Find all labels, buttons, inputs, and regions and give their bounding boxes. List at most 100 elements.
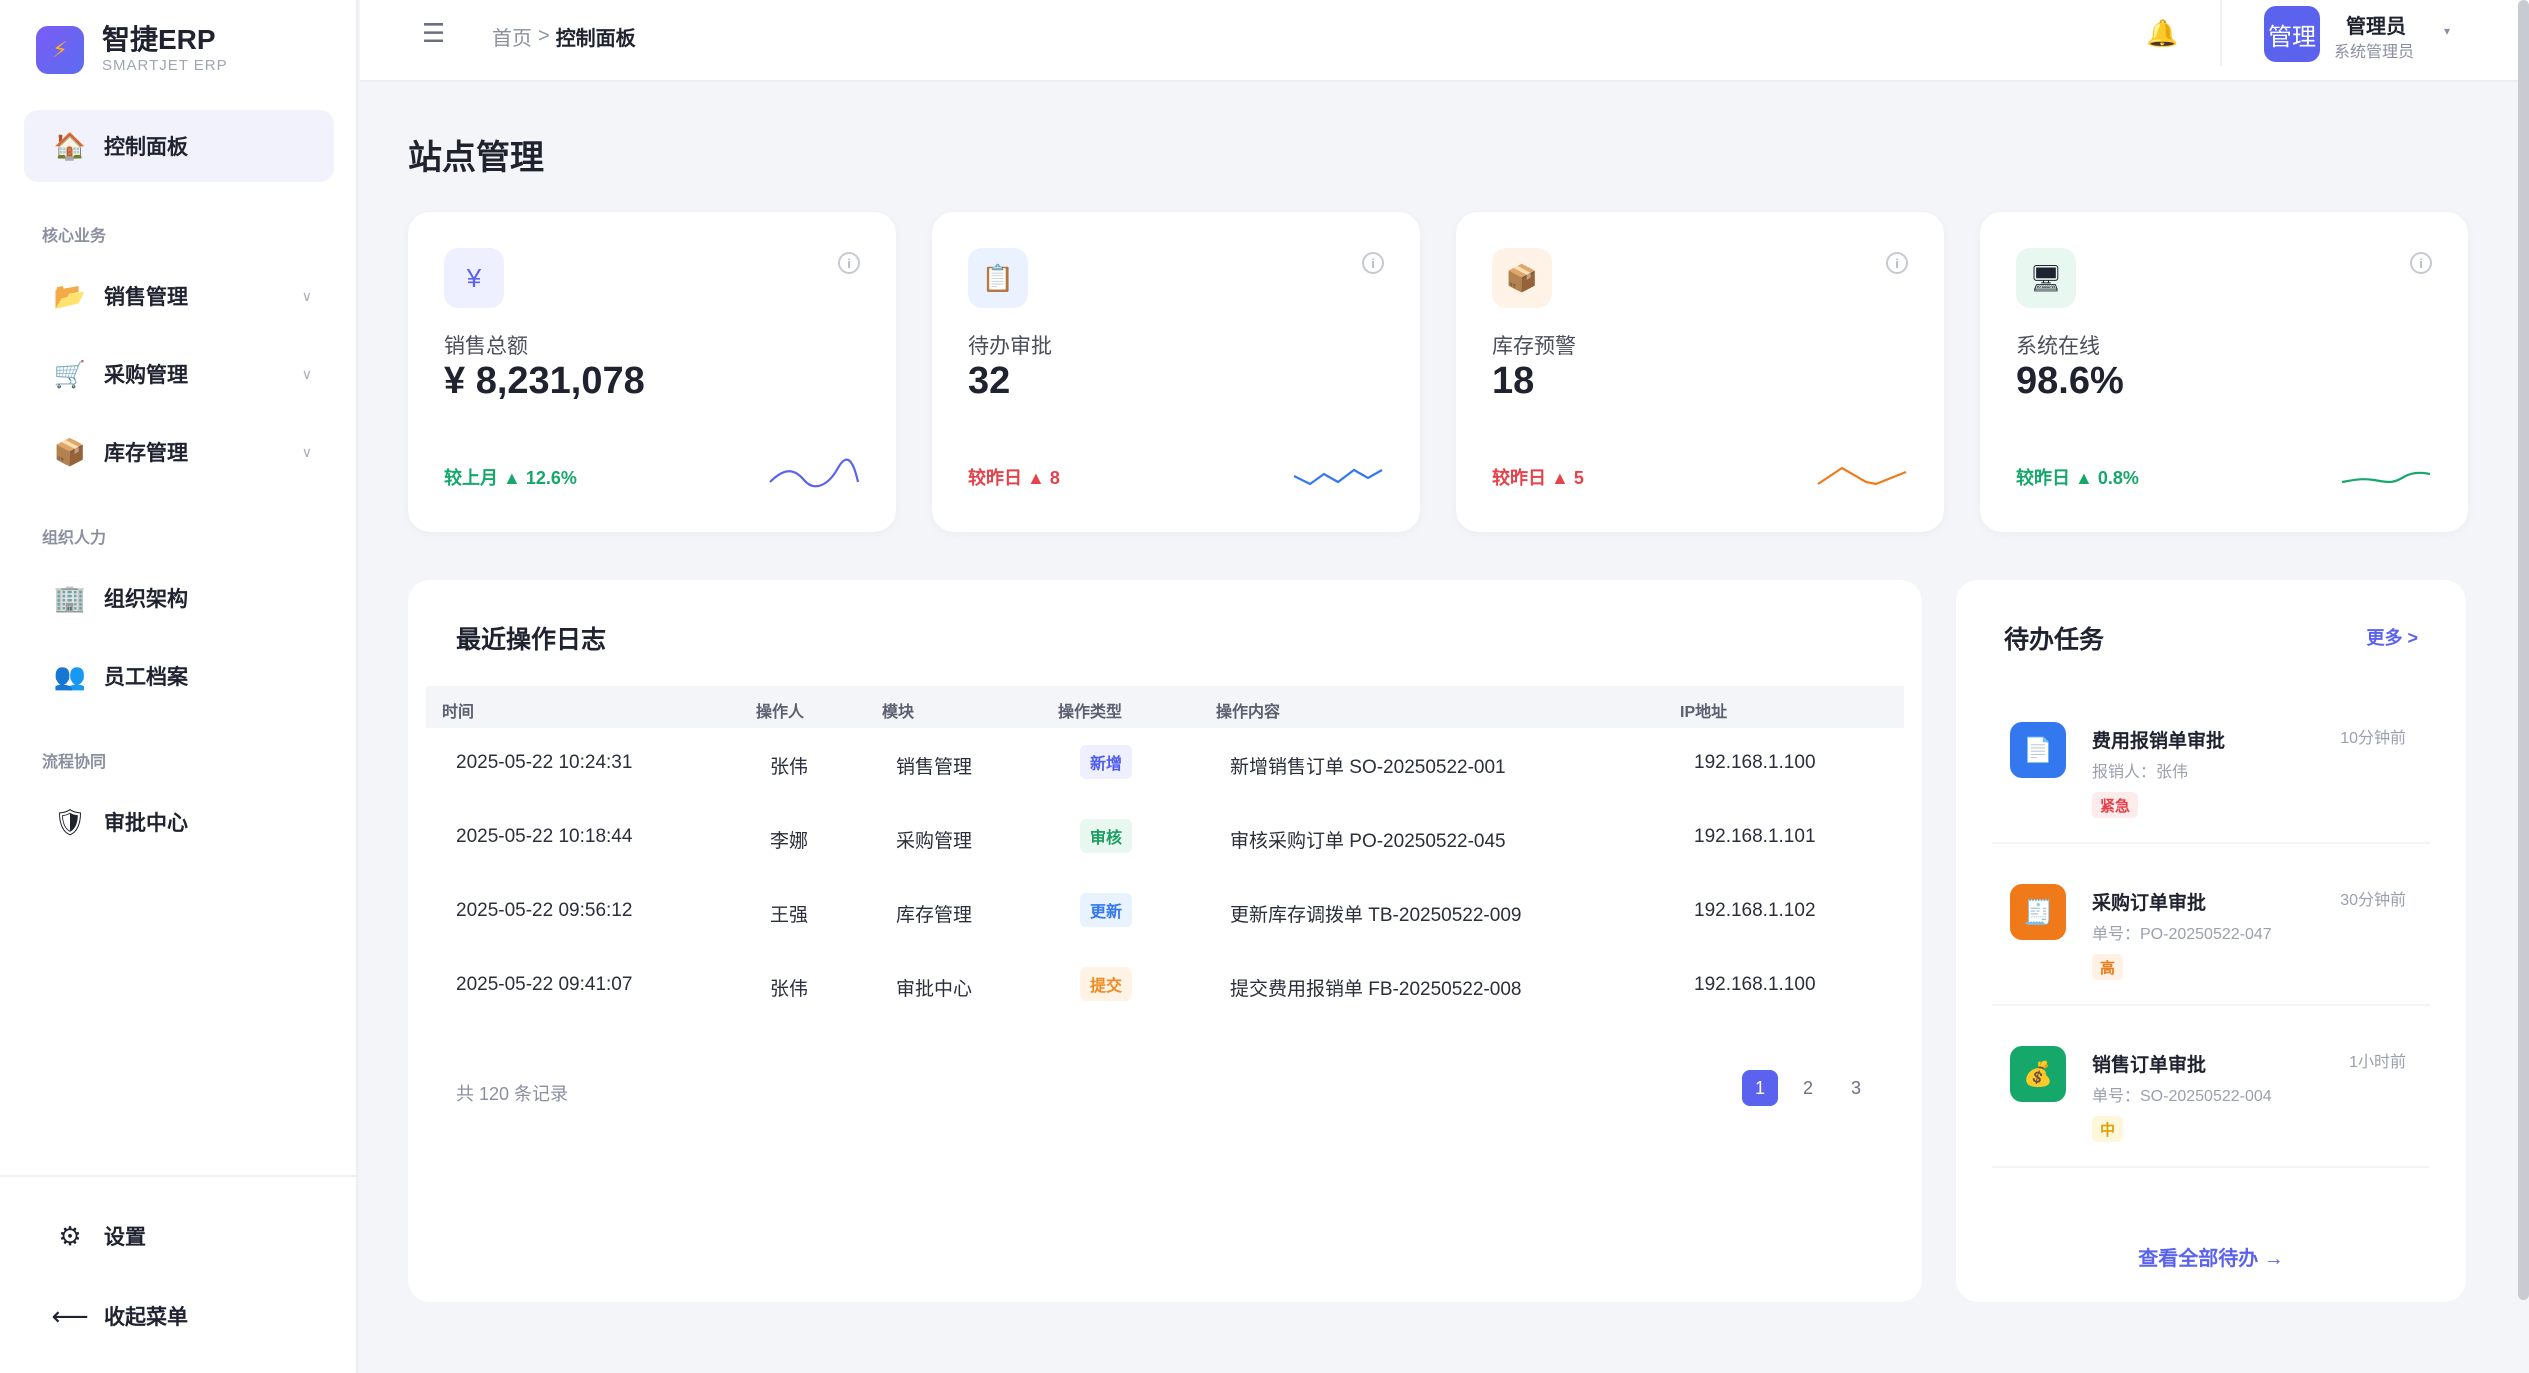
collapse-menu-button[interactable]: ⟵ 收起菜单: [24, 1286, 334, 1346]
sidebar-item-purchase[interactable]: 🛒 采购管理 ∨: [24, 344, 334, 404]
record-count: 共 120 条记录: [456, 1084, 569, 1104]
nav-group-core: 核心业务: [42, 228, 107, 245]
page-button-2[interactable]: 2: [1790, 1070, 1826, 1106]
page-button-3[interactable]: 3: [1838, 1070, 1874, 1106]
avatar[interactable]: 管理: [2264, 6, 2320, 62]
stat-trend: 较昨日 ▲ 0.8%: [2016, 464, 2139, 490]
brand[interactable]: ⚡ 智捷ERP SMARTJET ERP: [36, 22, 228, 78]
trend-up-icon: ▲: [503, 468, 521, 488]
task-item[interactable]: 📄 费用报销单审批 报销人：张伟 10分钟前 紧急: [1992, 700, 2430, 844]
arrow-left-icon: ⟵: [51, 1300, 89, 1331]
chevron-down-icon: ∨: [301, 287, 312, 304]
document-icon: 📄: [2010, 722, 2066, 778]
stat-card-uptime: 🖥 i 系统在线 98.6% 较昨日 ▲ 0.8%: [1980, 212, 2468, 532]
trend-label: 较昨日: [2016, 468, 2070, 488]
cell-time: 2025-05-22 10:24:31: [456, 752, 633, 773]
stat-label: 待办审批: [968, 335, 1052, 358]
sidebar-item-label: 控制面板: [104, 136, 188, 159]
stat-value: 98.6%: [2016, 360, 2124, 402]
cell-content: 审核采购订单 PO-20250522-045: [1230, 831, 1506, 852]
stat-trend: 较上月 ▲ 12.6%: [444, 464, 577, 490]
trend-label: 较昨日: [968, 468, 1022, 488]
info-icon[interactable]: i: [838, 252, 860, 274]
stat-value: 32: [968, 360, 1011, 402]
package-icon: 📦: [53, 436, 87, 467]
view-all-tasks-link[interactable]: 查看全部待办 →: [1956, 1242, 2466, 1271]
shield-icon: 🛡: [53, 806, 87, 837]
table-row[interactable]: 2025-05-22 09:56:12 王强 库存管理 更新 更新库存调拨单 T…: [426, 876, 1904, 950]
column-header: IP地址: [1680, 704, 1728, 721]
cell-ip: 192.168.1.102: [1694, 900, 1816, 921]
stat-trend: 较昨日 ▲ 5: [1492, 464, 1584, 490]
trend-value: 8: [1049, 468, 1060, 488]
user-name[interactable]: 管理员: [2346, 10, 2406, 39]
brand-subtitle: SMARTJET ERP: [102, 57, 228, 74]
task-item[interactable]: 💰 销售订单审批 单号：SO-20250522-004 1小时前 中: [1992, 1024, 2430, 1168]
trend-up-icon: ▲: [2075, 468, 2093, 488]
page-title: 站点管理: [408, 139, 544, 177]
task-item[interactable]: 🧾 采购订单审批 单号：PO-20250522-047 30分钟前 高: [1992, 862, 2430, 1006]
sidebar-item-label: 库存管理: [104, 442, 188, 465]
gear-icon: ⚙: [58, 1220, 82, 1251]
header-divider: [2220, 0, 2222, 66]
stat-label: 销售总额: [444, 335, 528, 358]
more-link[interactable]: 更多 >: [2366, 624, 2418, 650]
sidebar-item-dashboard[interactable]: 🏠 控制面板: [24, 110, 334, 182]
trend-label: 较昨日: [1492, 468, 1546, 488]
cart-icon: 🛒: [53, 358, 87, 389]
sparkline-chart: [2341, 471, 2431, 484]
trend-value: 0.8%: [2097, 468, 2139, 488]
table-header: 时间 操作人 模块 操作类型 操作内容 IP地址: [426, 686, 1904, 728]
cell-user: 张伟: [770, 757, 809, 778]
task-name: 费用报销单审批: [2092, 731, 2226, 752]
sidebar-item-sales[interactable]: 📂 销售管理 ∨: [24, 266, 334, 326]
info-icon[interactable]: i: [2410, 252, 2432, 274]
chevron-down-icon: ∨: [301, 443, 312, 460]
trend-up-icon: ▲: [1027, 468, 1045, 488]
trend-up-icon: ▲: [1551, 468, 1569, 488]
cell-ip: 192.168.1.100: [1694, 752, 1816, 773]
cell-ip: 192.168.1.101: [1694, 826, 1816, 847]
receipt-icon: 🧾: [2010, 884, 2066, 940]
stat-card-inventory: 📦 i 库存预警 18 较昨日 ▲ 5: [1456, 212, 1944, 532]
folder-icon: 📂: [53, 280, 87, 311]
sidebar-item-inventory[interactable]: 📦 库存管理 ∨: [24, 422, 334, 482]
clipboard-icon: 📋: [968, 248, 1028, 308]
sparkline-chart: [1293, 468, 1383, 486]
table-row[interactable]: 2025-05-22 09:41:07 张伟 审批中心 提交 提交费用报销单 F…: [426, 950, 1904, 1024]
cell-ip: 192.168.1.100: [1694, 974, 1816, 995]
info-icon[interactable]: i: [1886, 252, 1908, 274]
nav-group-workflow: 流程协同: [42, 754, 107, 771]
breadcrumb-current: 控制面板: [555, 28, 636, 50]
stat-label: 库存预警: [1492, 335, 1576, 358]
sparkline-chart: [1817, 466, 1907, 486]
money-bag-icon: 💰: [2010, 1046, 2066, 1102]
task-subtitle: 报销人：张伟: [2092, 764, 2189, 781]
page-button-1[interactable]: 1: [1742, 1070, 1778, 1106]
table-row[interactable]: 2025-05-22 10:24:31 张伟 销售管理 新增 新增销售订单 SO…: [426, 728, 1904, 802]
user-role: 系统管理员: [2334, 44, 2415, 61]
sidebar-item-settings[interactable]: ⚙ 设置: [24, 1206, 334, 1266]
cell-user: 李娜: [770, 831, 809, 852]
sidebar-item-label: 采购管理: [104, 364, 188, 387]
panel-title: 最近操作日志: [456, 626, 607, 654]
priority-badge: 紧急: [2092, 792, 2139, 818]
sidebar-item-org[interactable]: 🏢 组织架构: [24, 568, 334, 628]
bell-icon[interactable]: 🔔: [2146, 18, 2178, 49]
chevron-down-icon[interactable]: ▾: [2444, 24, 2450, 38]
page-scrollbar[interactable]: [2518, 0, 2529, 1300]
task-time: 30分钟前: [2340, 892, 2406, 909]
nav-group-hr: 组织人力: [42, 530, 107, 547]
sidebar-item-label: 员工档案: [104, 666, 188, 689]
package-icon: 📦: [1492, 248, 1552, 308]
menu-icon[interactable]: ☰: [422, 18, 445, 49]
type-badge: 提交: [1080, 967, 1133, 1001]
users-icon: 👥: [53, 660, 87, 691]
info-icon[interactable]: i: [1362, 252, 1384, 274]
sidebar-item-approval[interactable]: 🛡 审批中心: [24, 792, 334, 852]
sidebar-item-employees[interactable]: 👥 员工档案: [24, 646, 334, 706]
table-row[interactable]: 2025-05-22 10:18:44 李娜 采购管理 审核 审核采购订单 PO…: [426, 802, 1904, 876]
breadcrumb-home[interactable]: 首页: [492, 22, 532, 51]
cell-module: 审批中心: [896, 979, 973, 1000]
type-badge: 更新: [1080, 893, 1133, 927]
